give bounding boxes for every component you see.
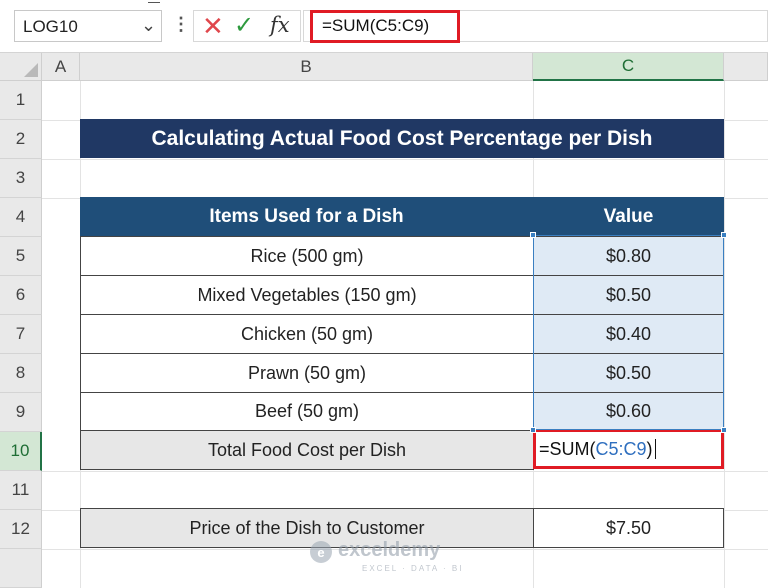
- table-cell-item[interactable]: Mixed Vegetables (150 gm): [80, 275, 534, 315]
- row-header-11[interactable]: 11: [0, 471, 42, 510]
- selection-handle[interactable]: [721, 232, 727, 238]
- formula-range-ref: C5:C9: [595, 439, 647, 459]
- row-header-12[interactable]: 12: [0, 510, 42, 549]
- row-header-7[interactable]: 7: [0, 315, 42, 354]
- editing-cell[interactable]: =SUM(C5:C9): [533, 429, 724, 469]
- row-header-2[interactable]: 2: [0, 120, 42, 159]
- chevron-down-icon[interactable]: ⌄: [141, 15, 156, 36]
- total-label-cell[interactable]: Total Food Cost per Dish: [80, 430, 534, 470]
- row-header-3[interactable]: 3: [0, 159, 42, 198]
- column-header-c[interactable]: C: [533, 53, 724, 81]
- editing-formula[interactable]: =SUM(C5:C9): [539, 439, 656, 460]
- range-selection-c5-c9: [533, 235, 724, 430]
- gridline: [42, 471, 768, 472]
- select-all-corner[interactable]: [0, 53, 42, 81]
- table-cell-item[interactable]: Rice (500 gm): [80, 236, 534, 276]
- selection-handle[interactable]: [530, 427, 536, 433]
- insert-function-icon[interactable]: fx: [270, 13, 290, 37]
- cancel-icon[interactable]: ✕: [202, 11, 224, 42]
- gridline: [42, 159, 768, 160]
- selection-handle[interactable]: [721, 427, 727, 433]
- formula-buttons: ✕ ✓ fx: [193, 10, 301, 42]
- corner-triangle-icon: [24, 63, 38, 77]
- table-header-value[interactable]: Value: [533, 197, 724, 236]
- price-value-cell[interactable]: $7.50: [533, 508, 724, 548]
- row-header-1[interactable]: 1: [0, 81, 42, 120]
- table-header-items[interactable]: Items Used for a Dish: [80, 197, 533, 236]
- formula-prefix: =SUM(: [539, 439, 596, 459]
- more-options-icon[interactable]: ⋮: [172, 14, 190, 35]
- sheet-title[interactable]: Calculating Actual Food Cost Percentage …: [80, 119, 724, 158]
- column-header-d[interactable]: [724, 53, 768, 81]
- row-header-9[interactable]: 9: [0, 393, 42, 432]
- row-header-8[interactable]: 8: [0, 354, 42, 393]
- formula-text[interactable]: =SUM(C5:C9): [322, 16, 429, 36]
- name-box[interactable]: LOG10 ⌄: [14, 10, 162, 42]
- table-cell-item[interactable]: Prawn (50 gm): [80, 353, 534, 393]
- row-header-5[interactable]: 5: [0, 237, 42, 276]
- table-cell-item[interactable]: Chicken (50 gm): [80, 314, 534, 354]
- divider: [148, 2, 160, 3]
- watermark-name: exceldemy: [338, 539, 441, 561]
- text-caret: [654, 439, 656, 459]
- enter-check-icon[interactable]: ✓: [234, 11, 254, 40]
- formula-suffix: ): [646, 439, 653, 459]
- watermark: e exceldemy EXCEL · DATA · BI: [310, 537, 470, 577]
- column-header-b[interactable]: B: [80, 53, 533, 81]
- watermark-tagline: EXCEL · DATA · BI: [362, 564, 464, 573]
- row-header-4[interactable]: 4: [0, 198, 42, 237]
- selection-handle[interactable]: [530, 232, 536, 238]
- row-header-10[interactable]: 10: [0, 432, 42, 471]
- exceldemy-logo-icon: e: [310, 541, 332, 563]
- table-cell-item[interactable]: Beef (50 gm): [80, 392, 534, 431]
- gridline: [724, 81, 725, 588]
- row-header-6[interactable]: 6: [0, 276, 42, 315]
- column-header-a[interactable]: A: [42, 53, 80, 81]
- name-box-value: LOG10: [23, 17, 78, 36]
- formula-bar-area: LOG10 ⌄ ⋮ ✕ ✓ fx =SUM(C5:C9): [0, 0, 768, 53]
- row-header-13[interactable]: [0, 549, 42, 588]
